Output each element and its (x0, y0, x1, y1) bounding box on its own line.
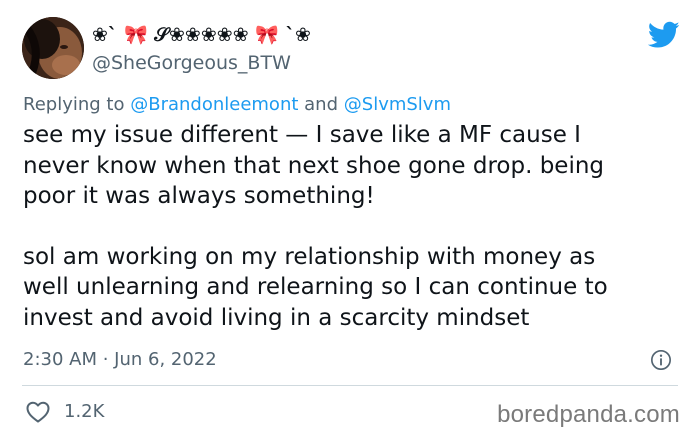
tweet-header: ❀` 🎀 𝒮❀❀❀❀❀ 🎀 `❀ @SheGorgeous_BTW (22, 17, 682, 81)
tweet-paragraph: sol am working on my relationship with m… (23, 243, 608, 331)
tweet-paragraph: see my issue different — I save like a M… (23, 122, 605, 209)
author-display-name[interactable]: ❀` 🎀 𝒮❀❀❀❀❀ 🎀 `❀ (92, 23, 311, 46)
divider (22, 385, 678, 386)
avatar[interactable] (22, 17, 84, 79)
source-watermark: boredpanda.com (497, 401, 680, 428)
avatar-image (22, 17, 84, 79)
tweet-card: ❀` 🎀 𝒮❀❀❀❀❀ 🎀 `❀ @SheGorgeous_BTW Replyi… (0, 0, 700, 441)
reply-prefix: Replying to (23, 94, 125, 115)
reply-context: Replying to @Brandonleemont and @SlvmSlv… (23, 94, 451, 115)
reply-mention-link[interactable]: @SlvmSlvm (344, 94, 451, 115)
twitter-logo-icon[interactable] (648, 21, 680, 49)
reply-conjunction: and (304, 94, 339, 115)
reply-mention-link[interactable]: @Brandonleemont (130, 94, 298, 115)
heart-icon[interactable] (26, 401, 50, 423)
author-handle[interactable]: @SheGorgeous_BTW (92, 52, 291, 74)
like-count[interactable]: 1.2K (64, 401, 104, 422)
info-icon[interactable] (650, 349, 672, 371)
tweet-text: see my issue different — I save like a M… (23, 120, 683, 333)
tweet-timestamp[interactable]: 2:30 AM · Jun 6, 2022 (23, 349, 217, 370)
